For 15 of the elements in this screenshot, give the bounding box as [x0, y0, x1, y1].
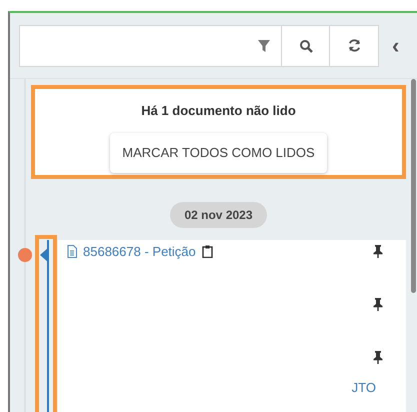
- document-icon: [67, 245, 77, 258]
- scrollbar-thumb[interactable]: [410, 79, 416, 293]
- filter-icon[interactable]: [257, 38, 271, 52]
- date-badge: 02 nov 2023: [170, 202, 267, 228]
- pin-icon[interactable]: [372, 244, 384, 258]
- pin-icon[interactable]: [372, 350, 384, 364]
- mark-all-read-button[interactable]: MARCAR TODOS COMO LIDOS: [110, 132, 327, 172]
- collapse-button[interactable]: ‹: [392, 34, 400, 56]
- clipboard-icon[interactable]: [202, 245, 213, 258]
- refresh-icon: [346, 38, 362, 53]
- search-icon: [298, 38, 312, 52]
- pin-icon[interactable]: [372, 297, 384, 311]
- document-link[interactable]: 85686678 - Petição: [83, 242, 196, 262]
- document-title-fragment[interactable]: JTO: [352, 378, 376, 398]
- unread-notice-text: Há 1 documento não lido: [141, 102, 296, 120]
